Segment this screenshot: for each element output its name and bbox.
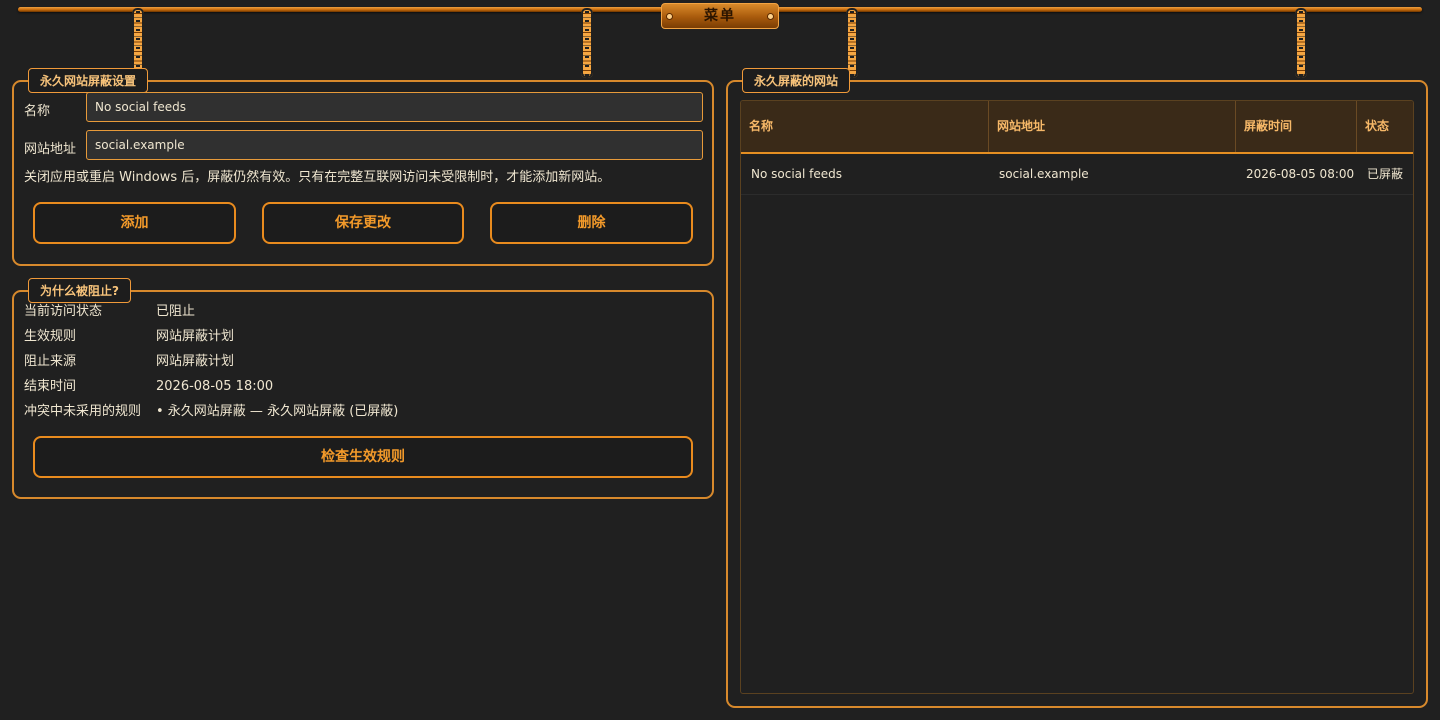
save-button[interactable]: 保存更改 — [262, 202, 464, 244]
info-row: 结束时间 2026-08-05 18:00 — [24, 375, 702, 399]
info-key: 当前访问状态 — [24, 304, 103, 319]
column-header-status[interactable]: 状态 — [1357, 101, 1413, 152]
table-header: 名称 网站地址 屏蔽时间 状态 — [741, 101, 1413, 154]
chain-decoration — [1295, 8, 1307, 78]
add-button[interactable]: 添加 — [33, 202, 236, 244]
cell-time: 2026-08-05 08:00 — [1246, 167, 1355, 181]
info-row: 当前访问状态 已阻止 — [24, 300, 702, 324]
info-key: 冲突中未采用的规则 — [24, 404, 142, 419]
rivet-icon — [767, 13, 774, 20]
cell-name: No social feeds — [751, 167, 843, 181]
settings-group-title: 永久网站屏蔽设置 — [28, 68, 149, 93]
column-header-time[interactable]: 屏蔽时间 — [1236, 101, 1357, 152]
blocked-sites-title: 永久屏蔽的网站 — [742, 68, 851, 93]
blocked-sites-table: 名称 网站地址 屏蔽时间 状态 No social feeds social.e… — [740, 100, 1414, 694]
column-header-name[interactable]: 名称 — [741, 101, 989, 152]
info-row: 阻止来源 网站屏蔽计划 — [24, 350, 702, 374]
menu-label: 菜单 — [704, 8, 736, 24]
info-key: 阻止来源 — [24, 354, 77, 369]
settings-hint: 关闭应用或重启 Windows 后，屏蔽仍然有效。只有在完整互联网访问未受限制时… — [24, 170, 611, 185]
column-header-url[interactable]: 网站地址 — [989, 101, 1236, 152]
info-value: 网站屏蔽计划 — [156, 354, 235, 369]
info-row: 生效规则 网站屏蔽计划 — [24, 325, 702, 349]
info-value: 已阻止 — [156, 304, 196, 319]
chain-decoration — [581, 8, 593, 78]
info-value: 2026-08-05 18:00 — [156, 379, 274, 394]
info-key: 结束时间 — [24, 379, 77, 394]
why-blocked-group: 为什么被阻止? 当前访问状态 已阻止 生效规则 网站屏蔽计划 阻止来源 网站屏蔽… — [12, 278, 714, 499]
name-input[interactable]: No social feeds — [86, 92, 703, 122]
info-key: 生效规则 — [24, 329, 77, 344]
cell-status: 已屏蔽 — [1367, 167, 1404, 181]
rivet-icon — [666, 13, 673, 20]
menu-button[interactable]: 菜单 — [661, 3, 779, 29]
check-rules-button[interactable]: 检查生效规则 — [33, 436, 693, 478]
url-label: 网站地址 — [24, 142, 77, 157]
delete-button[interactable]: 删除 — [490, 202, 693, 244]
table-row[interactable]: No social feeds social.example 2026-08-0… — [741, 154, 1413, 195]
settings-group: 永久网站屏蔽设置 名称 No social feeds 网站地址 social.… — [12, 68, 714, 266]
info-value: 网站屏蔽计划 — [156, 329, 235, 344]
name-label: 名称 — [24, 104, 51, 119]
info-value: • 永久网站屏蔽 — 永久网站屏蔽 (已屏蔽) — [156, 404, 399, 419]
blocked-sites-group: 永久屏蔽的网站 名称 网站地址 屏蔽时间 状态 No social feeds … — [726, 68, 1428, 708]
info-row: 冲突中未采用的规则 • 永久网站屏蔽 — 永久网站屏蔽 (已屏蔽) — [24, 400, 702, 424]
cell-url: social.example — [999, 167, 1089, 181]
url-input[interactable]: social.example — [86, 130, 703, 160]
